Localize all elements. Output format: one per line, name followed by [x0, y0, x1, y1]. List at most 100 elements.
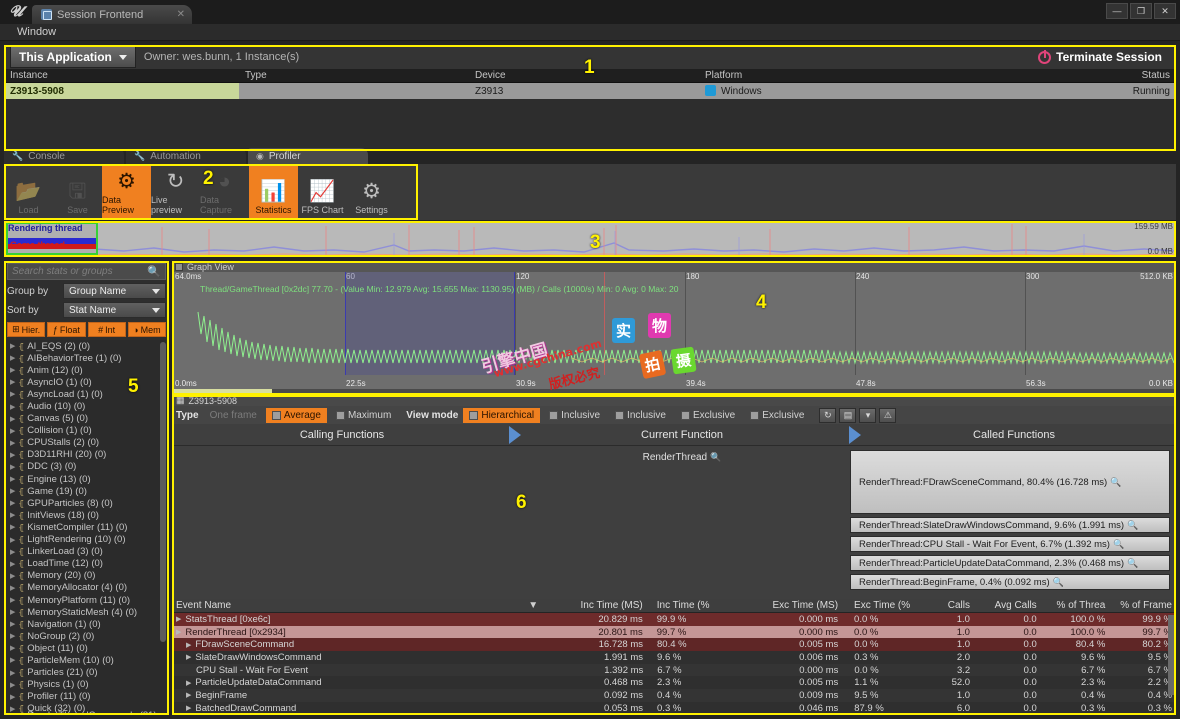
instance-tab[interactable]: ▦ Z3913-5908: [172, 395, 1176, 406]
tab-automation[interactable]: 🔧 Automation: [126, 148, 246, 164]
menu-item-window[interactable]: Window: [12, 26, 61, 38]
expand-arrow-icon[interactable]: ▶: [10, 644, 15, 652]
tab-profiler[interactable]: ◉ Profiler: [248, 148, 368, 164]
tab-session-frontend[interactable]: Session Frontend ✕: [32, 5, 192, 24]
stats-group-item[interactable]: ▶⦃LinkerLoad (3) (0): [6, 546, 167, 558]
data-preview-button[interactable]: ⚙ Data Preview: [102, 164, 151, 218]
called-function-node[interactable]: RenderThread:ParticleUpdateDataCommand, …: [850, 555, 1170, 571]
filter-int-button[interactable]: # Int: [88, 322, 126, 337]
filter-hierarchical-button[interactable]: ⊞ Hier.: [7, 322, 45, 337]
stats-group-item[interactable]: ▶⦃AI_EQS (2) (0): [6, 340, 167, 352]
column-exc-time-pct[interactable]: Exc Time (%: [842, 600, 917, 611]
type-one-frame-button[interactable]: One frame: [204, 408, 263, 423]
magnifier-icon[interactable]: 🔍: [1127, 558, 1138, 569]
view-mode-inclusive-2-button[interactable]: Inclusive: [609, 408, 672, 423]
load-button[interactable]: 📂 Load: [4, 164, 53, 218]
graph-view-checkbox-icon[interactable]: [175, 263, 183, 271]
expand-arrow-icon[interactable]: ▶: [10, 390, 15, 398]
expand-arrow-icon[interactable]: ▶: [10, 463, 15, 471]
current-function-node[interactable]: RenderThread🔍: [512, 452, 852, 463]
expand-arrow-icon[interactable]: ▶: [10, 499, 15, 507]
sort-indicator-icon[interactable]: ▼: [485, 600, 542, 611]
expand-arrow-icon[interactable]: ▶: [10, 451, 15, 459]
stats-group-item[interactable]: ▶⦃Memory (20) (0): [6, 570, 167, 582]
view-mode-exclusive-1-button[interactable]: Exclusive: [675, 408, 741, 423]
column-platform[interactable]: Platform: [699, 70, 1019, 81]
column-type[interactable]: Type: [239, 70, 469, 81]
stats-group-item[interactable]: ▶⦃NoGroup (2) (0): [6, 630, 167, 642]
filter-float-button[interactable]: ƒ Float: [47, 322, 85, 337]
stats-group-item[interactable]: ▶⦃Game (19) (0): [6, 485, 167, 497]
stats-group-item[interactable]: ▶⦃InitViews (18) (0): [6, 509, 167, 521]
magnifier-icon[interactable]: 🔍: [1113, 539, 1124, 550]
app-selector-dropdown[interactable]: This Application: [10, 46, 136, 68]
close-button[interactable]: ✕: [1154, 3, 1176, 19]
expand-arrow-icon[interactable]: ▶: [176, 628, 181, 636]
expand-arrow-icon[interactable]: ▶: [176, 615, 181, 623]
expand-arrow-icon[interactable]: ▶: [186, 653, 191, 661]
expand-arrow-icon[interactable]: ▶: [10, 378, 15, 386]
stats-group-item[interactable]: ▶⦃LightRendering (10) (0): [6, 534, 167, 546]
called-function-node[interactable]: RenderThread:CPU Stall - Wait For Event,…: [850, 536, 1170, 552]
column-instance[interactable]: Instance: [4, 70, 239, 81]
table-row[interactable]: ▶StatsThread [0xe6c]20.829 ms99.9 %0.000…: [172, 613, 1176, 626]
stats-group-item[interactable]: ▶⦃Profiler (11) (0): [6, 691, 167, 703]
expand-arrow-icon[interactable]: ▶: [186, 641, 191, 649]
table-row[interactable]: ▶BatchedDrawCommand0.053 ms0.3 %0.046 ms…: [172, 702, 1176, 715]
view-mode-inclusive-1-button[interactable]: Inclusive: [543, 408, 606, 423]
column-calls[interactable]: Calls: [917, 600, 974, 611]
table-row[interactable]: ▶RenderThread [0x2934]20.801 ms99.7 %0.0…: [172, 626, 1176, 639]
called-function-node[interactable]: RenderThread:FDrawSceneCommand, 80.4% (1…: [850, 450, 1170, 514]
expand-arrow-icon[interactable]: ▶: [10, 560, 15, 568]
column-inc-time-pct[interactable]: Inc Time (%: [647, 600, 738, 611]
column-pct-thread[interactable]: % of Threa: [1041, 600, 1110, 611]
column-avg-calls[interactable]: Avg Calls: [974, 600, 1041, 611]
sort-by-dropdown[interactable]: Stat Name: [63, 302, 166, 318]
terminate-session-button[interactable]: Terminate Session: [1038, 50, 1170, 64]
expand-arrow-icon[interactable]: ▶: [10, 548, 15, 556]
stats-group-item[interactable]: ▶⦃Physics (1) (0): [6, 679, 167, 691]
table-row[interactable]: ▶BeginFrame0.092 ms0.4 %0.009 ms9.5 %1.0…: [172, 689, 1176, 702]
fps-chart-button[interactable]: 📈 FPS Chart: [298, 164, 347, 218]
stats-group-item[interactable]: ▶⦃CPUStalls (2) (0): [6, 437, 167, 449]
settings-button[interactable]: ⚙ Settings: [347, 164, 396, 218]
statistics-button[interactable]: 📊 Statistics: [249, 164, 298, 218]
stats-group-item[interactable]: ▶⦃D3D11RHI (20) (0): [6, 449, 167, 461]
stats-group-item[interactable]: ▶⦃AsyncLoad (1) (0): [6, 388, 167, 400]
view-mode-hierarchical-button[interactable]: Hierarchical: [463, 408, 540, 423]
refresh-button[interactable]: ↻: [819, 408, 836, 423]
expand-arrow-icon[interactable]: ▶: [10, 536, 15, 544]
expand-button[interactable]: ▤: [839, 408, 856, 423]
stats-group-item[interactable]: ▶⦃MemoryStaticMesh (4) (0): [6, 606, 167, 618]
expand-arrow-icon[interactable]: ▶: [10, 705, 15, 713]
stats-group-item[interactable]: ▶⦃ParticleMem (10) (0): [6, 654, 167, 666]
expand-arrow-icon[interactable]: ▶: [10, 669, 15, 677]
stats-group-item[interactable]: ▶⦃AIBehaviorTree (1) (0): [6, 352, 167, 364]
expand-arrow-icon[interactable]: ▶: [10, 584, 15, 592]
stats-group-tree[interactable]: ▶⦃AI_EQS (2) (0)▶⦃AIBehaviorTree (1) (0)…: [6, 340, 167, 713]
expand-arrow-icon[interactable]: ▶: [10, 656, 15, 664]
column-exc-time-ms[interactable]: Exc Time (MS): [737, 600, 842, 611]
called-function-node[interactable]: RenderThread:BeginFrame, 0.4% (0.092 ms)…: [850, 574, 1170, 590]
expand-arrow-icon[interactable]: ▶: [10, 681, 15, 689]
column-status[interactable]: Status: [1019, 70, 1176, 81]
stats-group-item[interactable]: ▶⦃MemoryPlatform (11) (0): [6, 594, 167, 606]
stats-group-item[interactable]: ▶⦃KismetCompiler (11) (0): [6, 521, 167, 533]
table-row[interactable]: CPU Stall - Wait For Event1.392 ms6.7 %0…: [172, 664, 1176, 677]
stats-group-item[interactable]: ▶⦃AsyncIO (1) (0): [6, 376, 167, 388]
expand-arrow-icon[interactable]: ▶: [10, 596, 15, 604]
graph-view-canvas[interactable]: 64.0ms 60 120 180 240 300 512.0 KB Threa…: [172, 272, 1176, 389]
save-button[interactable]: 🖫 Save: [53, 164, 102, 218]
expand-arrow-icon[interactable]: ▶: [10, 342, 15, 350]
maximize-button[interactable]: ❐: [1130, 3, 1152, 19]
table-row[interactable]: ▶ParticleUpdateDataCommand0.468 ms2.3 %0…: [172, 676, 1176, 689]
column-inc-time-ms[interactable]: Inc Time (MS): [542, 600, 647, 611]
session-table-row[interactable]: Z3913-5908 Z3913 Windows Running: [4, 83, 1176, 99]
tree-scrollbar[interactable]: [160, 342, 166, 642]
expand-arrow-icon[interactable]: ▶: [10, 523, 15, 531]
expand-arrow-icon[interactable]: ▶: [10, 693, 15, 701]
magnifier-icon[interactable]: 🔍: [710, 452, 721, 463]
expand-arrow-icon[interactable]: ▶: [186, 704, 191, 712]
table-row[interactable]: ▶SlateDrawWindowsCommand1.991 ms9.6 %0.0…: [172, 651, 1176, 664]
close-icon[interactable]: ✕: [177, 9, 185, 20]
